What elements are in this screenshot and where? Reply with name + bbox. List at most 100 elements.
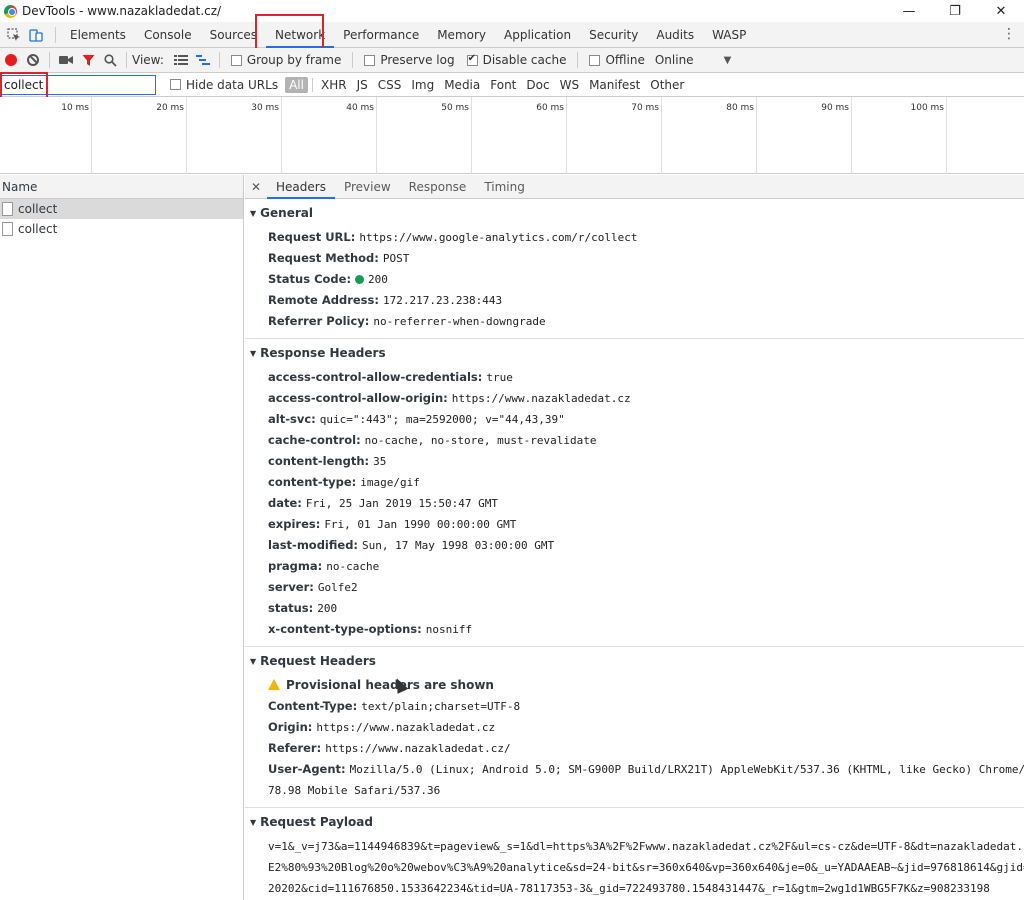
type-filter-xhr[interactable]: XHR	[317, 77, 351, 93]
offline-checkbox[interactable]	[589, 54, 601, 66]
response-headers-header[interactable]: ▼ Response Headers	[245, 339, 1024, 367]
capture-screenshots-button[interactable]	[55, 49, 77, 71]
type-filter-img[interactable]: Img	[407, 77, 438, 93]
header-key: Content-Type:	[268, 699, 358, 713]
header-key: last-modified:	[268, 538, 359, 552]
tab-network[interactable]: Network	[266, 22, 335, 48]
general-section-header[interactable]: ▼ General	[245, 199, 1024, 227]
tab-elements[interactable]: Elements	[61, 22, 135, 48]
header-key: pragma:	[268, 559, 323, 573]
triangle-down-icon: ▼	[250, 818, 257, 827]
name-column-header[interactable]: Name	[0, 175, 243, 199]
file-icon	[2, 202, 13, 216]
header-key: access-control-allow-origin:	[268, 391, 448, 405]
large-rows-button[interactable]	[170, 49, 192, 71]
timeline-gridline	[566, 97, 567, 174]
restore-button[interactable]: ❐	[932, 0, 978, 22]
type-filter-other[interactable]: Other	[646, 77, 688, 93]
search-button[interactable]	[99, 49, 121, 71]
tab-headers[interactable]: Headers	[267, 175, 335, 199]
group-by-frame-checkbox[interactable]	[230, 54, 242, 66]
devtools-tabstrip: Elements Console Sources Network Perform…	[0, 22, 1024, 48]
timeline-gridline	[376, 97, 377, 174]
timeline-tick-label: 40 ms	[346, 103, 374, 113]
type-filter-all[interactable]: All	[285, 76, 308, 93]
header-key: alt-svc:	[268, 412, 316, 426]
type-filter-doc[interactable]: Doc	[522, 77, 553, 93]
type-filter-font[interactable]: Font	[486, 77, 520, 93]
toolbar-separator	[126, 52, 127, 68]
header-value: https://www.nazakladedat.cz	[316, 721, 496, 734]
timeline-tick-label: 60 ms	[536, 103, 564, 113]
tab-separator	[55, 26, 56, 43]
header-key: Request URL:	[268, 230, 356, 244]
tab-audits[interactable]: Audits	[647, 22, 703, 48]
toolbar-separator	[352, 52, 354, 68]
search-icon	[103, 53, 117, 67]
request-headers-header[interactable]: ▼ Request Headers	[245, 647, 1024, 675]
triangle-down-icon: ▼	[250, 209, 257, 218]
header-value: https://www.nazakladedat.cz/	[325, 742, 511, 755]
timeline-overview[interactable]: 10 ms 20 ms 30 ms 40 ms 50 ms 60 ms 70 ms 80 ms…	[0, 97, 1024, 174]
header-key: User-Agent:	[268, 762, 346, 776]
timeline-gridline	[851, 97, 852, 174]
tab-security[interactable]: Security	[580, 22, 647, 48]
close-window-button[interactable]: ✕	[978, 0, 1024, 22]
timeline-tick-label: 90 ms	[821, 103, 849, 113]
preserve-log-checkbox[interactable]	[364, 54, 376, 66]
header-key: Status Code:	[268, 272, 352, 286]
request-row[interactable]: collect	[0, 219, 243, 239]
header-value: nosniff	[425, 623, 473, 636]
header-value: Sun, 17 May 1998 03:00:00 GMT	[362, 539, 555, 552]
header-row: Remote Address: 172.217.23.238:443	[245, 290, 1024, 311]
record-button[interactable]	[0, 49, 22, 71]
triangle-down-icon: ▼	[250, 349, 257, 358]
type-filter-css[interactable]: CSS	[374, 77, 406, 93]
timeline-gridline	[756, 97, 757, 174]
section-title: General	[260, 206, 313, 220]
type-filter-manifest[interactable]: Manifest	[585, 77, 644, 93]
waterfall-icon	[195, 55, 210, 65]
header-row: content-type: image/gif	[245, 472, 1024, 493]
timeline-tick-label: 80 ms	[726, 103, 754, 113]
request-payload-header[interactable]: ▼ Request Payload	[245, 808, 1024, 836]
type-filter-media[interactable]: Media	[440, 77, 484, 93]
filter-button[interactable]	[77, 49, 99, 71]
header-row: x-content-type-options: nosniff	[245, 619, 1024, 640]
tab-memory[interactable]: Memory	[428, 22, 495, 48]
disable-cache-checkbox[interactable]	[466, 53, 478, 66]
filter-input[interactable]	[1, 74, 156, 95]
clear-icon	[27, 54, 39, 66]
chevron-down-icon[interactable]: ▼	[724, 55, 732, 66]
header-value: Mozilla/5.0 (Linux; Android 5.0; SM-G900…	[349, 763, 1024, 776]
close-icon[interactable]: ✕	[245, 180, 267, 194]
timeline-gridline	[946, 97, 947, 174]
timeline-tick-label: 50 ms	[441, 103, 469, 113]
tab-application[interactable]: Application	[495, 22, 580, 48]
tab-preview[interactable]: Preview	[335, 175, 400, 199]
more-options-icon[interactable]: ⋮	[1002, 26, 1016, 42]
type-filter-ws[interactable]: WS	[556, 77, 583, 93]
header-row: status: 200	[245, 598, 1024, 619]
tab-performance[interactable]: Performance	[334, 22, 428, 48]
minimize-button[interactable]: —	[886, 0, 932, 22]
tab-response[interactable]: Response	[400, 175, 476, 199]
tab-console[interactable]: Console	[135, 22, 201, 48]
header-value: Fri, 25 Jan 2019 15:50:47 GMT	[305, 497, 498, 510]
type-filter-js[interactable]: JS	[353, 77, 372, 93]
general-rows: Request URL: https://www.google-analytics…	[245, 227, 1024, 332]
tab-sources[interactable]: Sources	[201, 22, 266, 48]
inspect-element-icon[interactable]	[3, 24, 25, 46]
section-title: Request Headers	[260, 654, 376, 668]
header-value: Golfe2	[317, 581, 358, 594]
request-row[interactable]: collect	[0, 199, 243, 219]
request-details: ✕ Headers Preview Response Timing ▼ Gener…	[245, 175, 1024, 900]
clear-button[interactable]	[22, 49, 44, 71]
throttling-select[interactable]: Online	[655, 53, 694, 67]
device-toolbar-icon[interactable]	[25, 24, 47, 46]
overview-button[interactable]	[192, 49, 214, 71]
tab-timing[interactable]: Timing	[475, 175, 534, 199]
record-icon	[5, 54, 17, 66]
tab-wasp[interactable]: WASP	[703, 22, 755, 48]
hide-data-urls-checkbox[interactable]	[170, 79, 181, 90]
